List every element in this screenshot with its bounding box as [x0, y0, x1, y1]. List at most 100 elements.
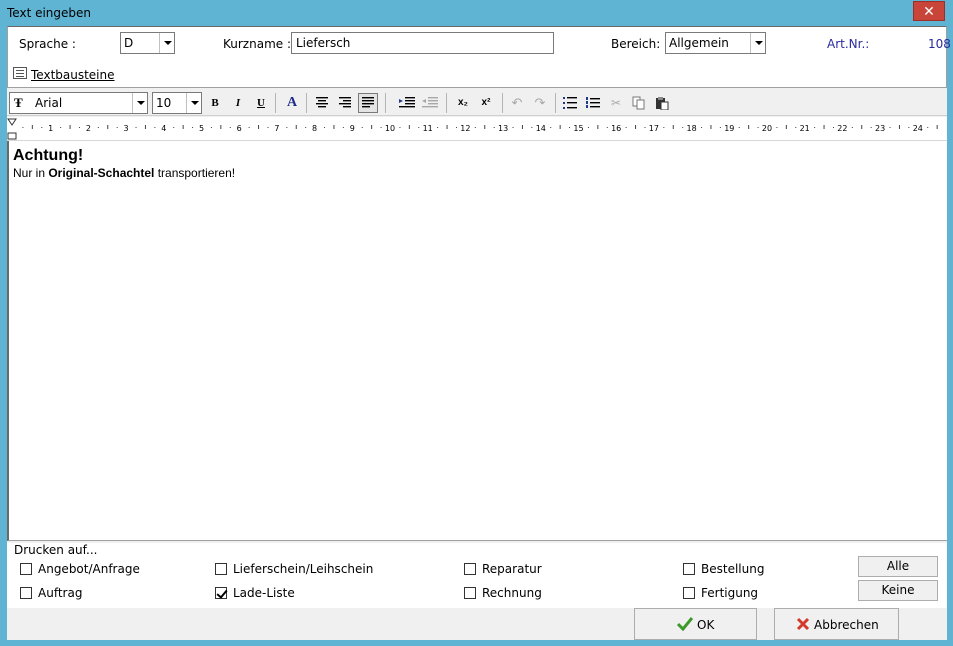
kurzname-value: Liefersch	[296, 36, 351, 50]
ruler-tick	[861, 125, 863, 129]
kurzname-input[interactable]: Liefersch	[291, 32, 554, 54]
checkbox-box[interactable]	[20, 563, 32, 575]
numbered-list-icon	[586, 97, 600, 108]
ruler-tick	[229, 127, 231, 128]
cut-button[interactable]: ✂	[606, 93, 626, 113]
toolbar-separator	[555, 93, 556, 113]
checkbox-box[interactable]	[683, 587, 695, 599]
checkbox-box[interactable]	[683, 563, 695, 575]
ruler-tick	[267, 127, 269, 128]
rich-text-editor[interactable]: Achtung! Nur in Original-Schachtel trans…	[7, 141, 947, 541]
ruler-tick	[324, 127, 326, 128]
ruler-tick	[606, 127, 608, 128]
dialog-client: Sprache : D Kurzname : Liefersch Bereich…	[7, 26, 951, 640]
ruler-tick	[663, 127, 665, 128]
ruler-tick	[484, 125, 486, 129]
superscript-button[interactable]: x²	[476, 93, 496, 113]
chevron-down-icon[interactable]	[159, 33, 174, 53]
subscript-button[interactable]: x₂	[453, 93, 473, 113]
select-all-button[interactable]: Alle	[858, 556, 938, 577]
align-center-button[interactable]	[312, 93, 332, 113]
checkbox-label: Lieferschein/Leihschein	[233, 562, 374, 576]
redo-button[interactable]: ↷	[530, 93, 550, 113]
ruler-tick	[41, 127, 43, 128]
checkbox-box[interactable]	[20, 587, 32, 599]
undo-button[interactable]: ↶	[507, 93, 527, 113]
bold-button[interactable]: B	[205, 93, 225, 113]
ruler-tick	[927, 127, 929, 128]
ruler-tick	[795, 127, 797, 128]
indent-increase-icon	[399, 97, 415, 108]
cancel-label: Abbrechen	[814, 618, 879, 632]
ruler-tick	[371, 125, 373, 129]
ruler-tick	[437, 127, 439, 128]
checkbox-box[interactable]	[464, 563, 476, 575]
font-color-button[interactable]: A	[282, 93, 302, 113]
ruler-label: 21	[800, 124, 810, 133]
chevron-down-icon[interactable]	[186, 93, 201, 113]
ruler[interactable]: 1 2 3 4 5 6 7 8 9 10 11 12 13 14 15 16 17 18 19 20 21 22 23 24	[7, 117, 947, 141]
ruler-label: 13	[498, 124, 508, 133]
paste-button[interactable]	[652, 93, 672, 113]
ruler-label: 9	[350, 124, 355, 133]
artnr-label: Art.Nr.:	[827, 37, 870, 51]
indent-increase-button[interactable]	[397, 93, 417, 113]
bereich-label: Bereich:	[611, 37, 661, 51]
font-size-combo[interactable]: 10	[152, 92, 202, 114]
ruler-label: 24	[913, 124, 923, 133]
ruler-tick	[78, 127, 80, 128]
chevron-down-icon[interactable]	[750, 33, 765, 53]
ruler-tick	[295, 125, 297, 129]
ruler-tick	[31, 125, 33, 129]
ruler-tick	[220, 125, 222, 129]
ruler-scale: 1 2 3 4 5 6 7 8 9 10 11 12 13 14 15 16 17 18 19 20 21 22 23 24	[7, 118, 938, 140]
checkbox-label: Bestellung	[701, 562, 765, 576]
ruler-label: 1	[48, 124, 53, 133]
ruler-label: 2	[86, 124, 91, 133]
editor-text-plain: transportieren!	[154, 166, 236, 180]
font-name-combo[interactable]: Ŧ Arial	[9, 92, 148, 114]
checkbox-box[interactable]	[215, 563, 227, 575]
numbered-list-button[interactable]	[583, 93, 603, 113]
underline-button[interactable]: U	[251, 93, 271, 113]
ruler-tick	[776, 127, 778, 128]
indent-decrease-button[interactable]	[420, 93, 440, 113]
ruler-tick	[512, 127, 514, 128]
sprache-combo[interactable]: D	[120, 32, 175, 54]
window-title: Text eingeben	[7, 6, 92, 20]
toolbar-separator	[446, 93, 447, 113]
checkbox-label: Fertigung	[701, 586, 759, 600]
ruler-label: 8	[312, 124, 317, 133]
ruler-tick	[182, 125, 184, 129]
ok-button[interactable]: OK	[634, 608, 757, 640]
ruler-tick	[107, 125, 109, 129]
align-right-button[interactable]	[335, 93, 355, 113]
bullet-list-button[interactable]	[560, 93, 580, 113]
ruler-tick	[587, 127, 589, 128]
sprache-value: D	[124, 36, 134, 50]
copy-button[interactable]	[629, 93, 649, 113]
ruler-tick	[832, 127, 834, 128]
font-name-value: Arial	[35, 96, 63, 110]
editor-paragraph: Nur in Original-Schachtel transportieren…	[13, 166, 235, 180]
italic-button[interactable]: I	[228, 93, 248, 113]
ruler-tick	[814, 127, 816, 128]
cancel-button[interactable]: Abbrechen	[774, 608, 899, 640]
ruler-tick	[399, 127, 401, 128]
ruler-label: 22	[837, 124, 847, 133]
ruler-label: 3	[124, 124, 129, 133]
close-button[interactable]: ✕	[913, 1, 945, 21]
ruler-label: 4	[161, 124, 166, 133]
clipboard-icon	[656, 97, 669, 111]
ruler-tick	[305, 127, 307, 128]
ruler-tick	[738, 127, 740, 128]
ruler-tick	[889, 127, 891, 128]
textbausteine-link[interactable]: Textbausteine	[31, 68, 115, 82]
bereich-combo[interactable]: Allgemein	[665, 32, 766, 54]
align-justify-button[interactable]	[358, 93, 378, 113]
chevron-down-icon[interactable]	[132, 93, 147, 113]
title-bar: Text eingeben ✕	[0, 0, 953, 26]
checkbox-box-checked[interactable]	[215, 587, 227, 599]
select-none-button[interactable]: Keine	[858, 580, 938, 601]
checkbox-box[interactable]	[464, 587, 476, 599]
